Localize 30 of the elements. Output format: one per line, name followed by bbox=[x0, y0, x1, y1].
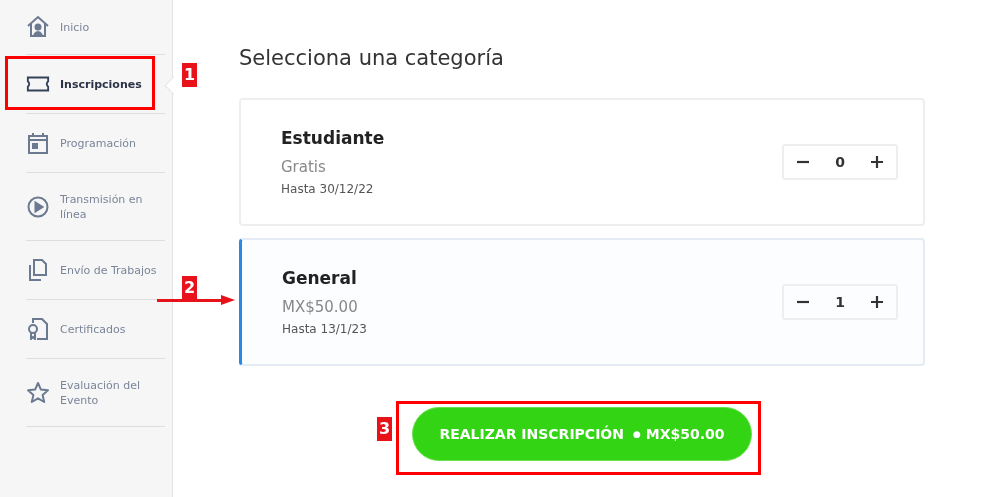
deadline-text: Hasta 30/12/22 bbox=[281, 182, 375, 196]
step-number: 1 bbox=[182, 63, 198, 87]
category-price: Gratis bbox=[281, 158, 327, 176]
play-icon bbox=[27, 195, 49, 218]
page-title: Selecciona una categoría bbox=[239, 46, 505, 70]
sidebar-item[interactable]: Envío de Trabajos bbox=[26, 241, 165, 300]
sidebar-item[interactable]: Evaluación del Evento bbox=[26, 359, 165, 427]
star-icon bbox=[26, 380, 50, 405]
sidebar-item[interactable]: Transmisión en línea bbox=[26, 173, 165, 241]
deadline-text: Hasta 13/1/23 bbox=[282, 322, 367, 336]
sidebar-item[interactable]: Certificados bbox=[26, 300, 165, 359]
category-price: MX$50.00 bbox=[282, 298, 359, 316]
category-card[interactable]: General MX$50.00 Hasta 13/1/23 1 bbox=[239, 238, 925, 366]
step-number: 3 bbox=[377, 417, 393, 441]
sidebar-item[interactable]: Inicio bbox=[26, 0, 165, 55]
files-icon bbox=[28, 259, 48, 281]
ticket-icon bbox=[26, 75, 50, 93]
sidebar-item[interactable]: Programación bbox=[26, 114, 165, 173]
step-number: 2 bbox=[182, 276, 198, 300]
category-name: Estudiante bbox=[281, 128, 385, 148]
plus-icon bbox=[870, 155, 884, 169]
quantity-value: 0 bbox=[835, 154, 845, 170]
calendar-icon bbox=[28, 132, 48, 154]
category-card[interactable]: Estudiante Gratis Hasta 30/12/22 0 bbox=[239, 98, 925, 226]
plus-icon bbox=[870, 295, 884, 309]
house-icon bbox=[26, 15, 50, 39]
quantity-value: 1 bbox=[835, 294, 845, 310]
register-button[interactable]: REALIZAR INSCRIPCIÓN $^{●}$ MX$50.00 bbox=[412, 407, 752, 461]
category-name: General bbox=[282, 268, 358, 288]
certificate-icon bbox=[27, 318, 49, 340]
